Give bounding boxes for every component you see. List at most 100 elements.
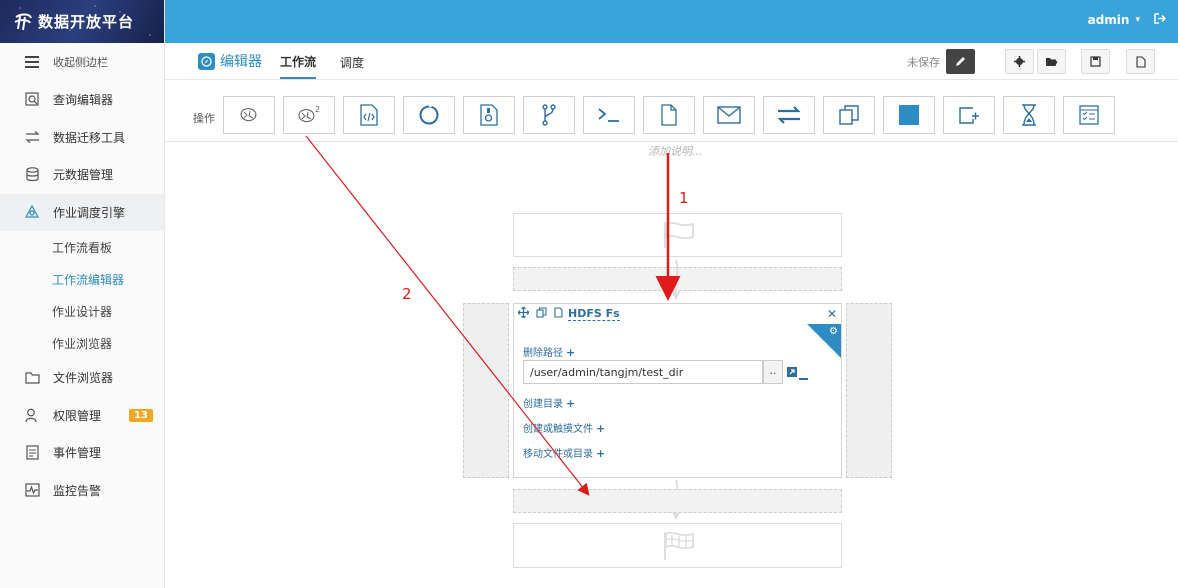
add-icon[interactable]: + xyxy=(566,346,575,359)
monitor-icon xyxy=(24,482,40,498)
database-icon xyxy=(24,167,40,183)
action-transfer[interactable] xyxy=(763,96,815,134)
action-hive2[interactable]: 2 xyxy=(283,96,335,134)
file-icon xyxy=(554,307,563,321)
action-java[interactable] xyxy=(463,96,515,134)
edit-button[interactable] xyxy=(946,49,975,74)
top-bar: admin ▾ xyxy=(165,0,1178,43)
event-icon xyxy=(24,445,40,461)
gears-icon[interactable]: ⚙ xyxy=(829,326,838,337)
sidebar-collapse-label: 收起侧边栏 xyxy=(53,56,108,69)
sidebar-collapse[interactable]: 收起侧边栏 xyxy=(0,43,164,81)
sidebar-item-events[interactable]: 事件管理 xyxy=(0,434,164,472)
folder-open-icon xyxy=(1046,57,1058,66)
exchange-icon xyxy=(777,106,801,124)
editor-header: 编辑器 工作流 调度 未保存 xyxy=(165,43,1178,80)
editor-title[interactable]: 编辑器 xyxy=(220,51,262,71)
sidebar-subitem-workflow-editor[interactable]: 工作流编辑器 xyxy=(0,263,164,295)
action-email[interactable] xyxy=(703,96,755,134)
chevron-down-icon: ▾ xyxy=(1135,15,1140,25)
svg-text:2: 2 xyxy=(315,105,320,114)
sidebar-item-scheduler[interactable]: 作业调度引擎 xyxy=(0,193,164,231)
add-icon[interactable]: + xyxy=(596,422,605,435)
scheduler-icon xyxy=(24,204,40,220)
action-subworkflow[interactable] xyxy=(403,96,455,134)
sidebar-item-metadata[interactable]: 元数据管理 xyxy=(0,156,164,194)
end-node[interactable] xyxy=(513,523,842,568)
actions-label: 操作 xyxy=(193,112,215,125)
node-name[interactable]: HDFS Fs xyxy=(568,307,620,321)
settings-button[interactable] xyxy=(1005,49,1034,74)
sidebar-item-file-browser[interactable]: 文件浏览器 xyxy=(0,359,164,397)
action-fork[interactable] xyxy=(523,96,575,134)
remove-icon[interactable] xyxy=(799,370,808,384)
mkdir-label[interactable]: 创建目录 + xyxy=(523,395,575,410)
action-add-node[interactable] xyxy=(943,96,995,134)
sidebar-item-label: 数据迁移工具 xyxy=(53,130,126,145)
sidebar-item-label: 权限管理 xyxy=(53,408,102,423)
sidebar-subitem-label: 工作流编辑器 xyxy=(52,272,125,287)
checklist-icon xyxy=(1079,105,1099,125)
add-icon[interactable]: + xyxy=(566,397,575,410)
file-icon xyxy=(1135,55,1146,68)
action-script[interactable] xyxy=(343,96,395,134)
hourglass-icon xyxy=(1022,104,1036,126)
sidebar-subitem-workflow-dashboard[interactable]: 工作流看板 xyxy=(0,231,164,263)
sidebar-subitem-label: 作业设计器 xyxy=(52,304,113,319)
action-sleep[interactable] xyxy=(1003,96,1055,134)
action-shell[interactable] xyxy=(583,96,635,134)
open-button[interactable] xyxy=(1037,49,1066,74)
tab-schedule[interactable]: 调度 xyxy=(340,44,364,78)
touch-file-label[interactable]: 创建或触摸文件 + xyxy=(523,420,605,435)
sidebar-item-query-editor[interactable]: 查询编辑器 xyxy=(0,81,164,119)
sidebar-subitem-job-designer[interactable]: 作业设计器 xyxy=(0,295,164,327)
drop-zone-right[interactable] xyxy=(846,303,892,478)
drop-zone-left[interactable] xyxy=(463,303,509,478)
add-icon[interactable]: + xyxy=(596,447,605,460)
action-copy[interactable] xyxy=(823,96,875,134)
sidebar: 数据开放平台 收起侧边栏 查询编辑器 数据迁移工具 元数据管理 作业调度引擎 工… xyxy=(0,0,165,588)
brand[interactable]: 数据开放平台 xyxy=(0,0,164,43)
hdfs-fs-node[interactable]: HDFS Fs ✕ ⚙ 删除路径+ .. 创建目录+ 创建或触摸文件+ 移动文件… xyxy=(513,303,842,478)
add-description-hint[interactable]: 添加说明... xyxy=(648,143,703,159)
new-button[interactable] xyxy=(1126,49,1155,74)
action-hive[interactable] xyxy=(223,96,275,134)
browse-button[interactable]: .. xyxy=(763,360,783,384)
sidebar-item-label: 查询编辑器 xyxy=(53,93,114,108)
start-node[interactable] xyxy=(513,213,842,257)
delete-path-input[interactable] xyxy=(523,360,763,384)
action-checklist[interactable] xyxy=(1063,96,1115,134)
branch-icon xyxy=(542,104,556,126)
save-button[interactable] xyxy=(1081,49,1110,74)
brand-logo-icon xyxy=(14,13,32,30)
external-link-icon[interactable] xyxy=(787,366,797,380)
close-icon[interactable]: ✕ xyxy=(827,307,837,321)
sidebar-item-label: 文件浏览器 xyxy=(53,371,114,386)
drop-zone-bottom[interactable] xyxy=(513,489,842,513)
tab-workflow[interactable]: 工作流 xyxy=(280,43,317,79)
sidebar-item-label: 作业调度引擎 xyxy=(53,205,126,220)
sidebar-subitem-job-browser[interactable]: 作业浏览器 xyxy=(0,327,164,359)
mkdir-text: 创建目录 xyxy=(523,399,563,410)
folder-icon xyxy=(24,370,40,386)
sidebar-item-monitor[interactable]: 监控告警 xyxy=(0,472,164,510)
move-icon[interactable] xyxy=(517,306,530,321)
copy-icon[interactable] xyxy=(536,307,547,321)
sidebar-item-permissions[interactable]: 权限管理 13 xyxy=(0,397,164,435)
delete-path-text: 删除路径 xyxy=(523,348,563,359)
pencil-icon xyxy=(956,57,965,66)
logout-icon[interactable] xyxy=(1154,13,1167,27)
user-icon xyxy=(24,407,40,423)
annotation-label-2: 2 xyxy=(402,285,412,303)
action-kill[interactable] xyxy=(883,96,935,134)
action-hdfs-fs[interactable] xyxy=(643,96,695,134)
stop-icon xyxy=(899,105,919,125)
delete-path-label[interactable]: 删除路径 + xyxy=(523,344,575,359)
user-menu[interactable]: admin ▾ xyxy=(1088,13,1167,27)
flag-icon xyxy=(664,221,694,248)
sidebar-item-transfer[interactable]: 数据迁移工具 xyxy=(0,119,164,157)
sidebar-item-label: 元数据管理 xyxy=(53,168,114,183)
compass-icon xyxy=(198,52,215,70)
envelope-icon xyxy=(717,106,741,124)
move-file-label[interactable]: 移动文件或目录 + xyxy=(523,445,605,460)
